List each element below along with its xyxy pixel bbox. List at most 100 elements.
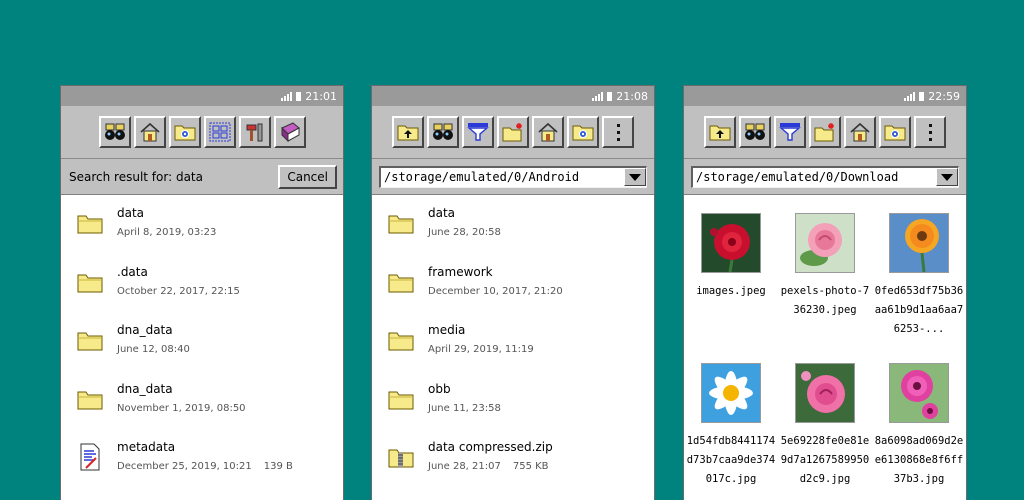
list-item[interactable]: data compressed.zip June 28, 21:07 755 KB [372,433,654,492]
signal-icon [592,91,604,101]
more-button[interactable] [602,116,634,148]
item-name: framework [428,264,493,279]
dropdown-arrow-button[interactable] [936,168,958,186]
more-button[interactable] [914,116,946,148]
item-name: obb [428,381,451,396]
item-date: December 10, 2017, 21:20 [428,285,563,297]
binoculars-icon [104,122,126,142]
clock: 21:08 [616,89,648,103]
list-item[interactable]: obb June 11, 23:58 [372,375,654,434]
tools-icon [244,122,266,142]
more-icon [927,122,933,142]
image-thumbnail [701,213,761,273]
folder-icon [386,384,416,414]
folder-settings-button[interactable] [168,116,201,148]
image-thumbnail [889,363,949,423]
image-thumbnail [795,363,855,423]
book-button[interactable] [273,116,306,148]
folder-up-icon [397,122,419,142]
folder-icon [75,384,105,414]
binoculars-icon [432,122,454,142]
list-item[interactable]: framework December 10, 2017, 21:20 [372,258,654,317]
image-name: 1d54fdb8441174d73b7caa9de374017c.jpg [686,435,776,485]
item-name: data [117,206,145,220]
list-item[interactable]: media April 29, 2019, 11:19 [372,316,654,375]
list-item[interactable]: metadata December 25, 2019, 10:21 139 B [61,433,343,492]
file-list: data June 28, 20:58 framework December 10, … [372,195,654,492]
more-icon [615,122,621,142]
file-list: data April 8, 2019, 03:23 .data October 22,… [61,195,343,492]
image-thumbnail [701,363,761,423]
folder-up-button[interactable] [704,116,736,148]
grid-view-button[interactable] [203,116,236,148]
image-item[interactable]: 8a6098ad069d2ee6130868e8f6ff37b3.jpg [872,363,966,500]
new-folder-button[interactable] [497,116,529,148]
folder-icon [75,325,105,355]
image-grid: images.jpeg pexels-photo-736230.jpeg 0fed6… [684,195,966,500]
zip-folder-icon [386,442,416,472]
phone-screen-android-folder: 21:08 /storage/emulated/0/Android data Ju… [372,86,654,500]
folder-up-button[interactable] [392,116,424,148]
phone-screen-search: 21:01 Search result for: data Cancel dat… [61,86,343,500]
clock: 22:59 [928,89,960,103]
image-item[interactable]: 0fed653df75b36aa61b9d1aa6aa76253-... [872,213,966,363]
clock: 21:01 [305,89,337,103]
folder-up-icon [709,122,731,142]
search-result-bar: Search result for: data Cancel [61,159,343,195]
image-name: 0fed653df75b36aa61b9d1aa6aa76253-... [874,285,964,335]
folder-settings-icon [174,122,196,142]
binoculars-button[interactable] [98,116,131,148]
image-name: pexels-photo-736230.jpeg [780,285,870,316]
folder-settings-button[interactable] [879,116,911,148]
search-result-label: Search result for: data [69,169,203,184]
toolbar [372,106,654,159]
filter-button[interactable] [462,116,494,148]
dropdown-arrow-button[interactable] [624,168,646,186]
list-item[interactable]: data June 28, 20:58 [372,199,654,258]
status-bar: 22:59 [684,86,966,106]
list-item[interactable]: data April 8, 2019, 03:23 [61,199,343,258]
home-button[interactable] [844,116,876,148]
item-name: metadata [117,440,176,454]
path-dropdown[interactable]: /storage/emulated/0/Android [379,165,647,188]
item-date: December 25, 2019, 10:21 [117,461,252,472]
list-item[interactable]: .data October 22, 2017, 22:15 [61,258,343,317]
image-item[interactable]: 5e69228fe0e81e9d7a1267589950d2c9.jpg [778,363,872,500]
path-dropdown[interactable]: /storage/emulated/0/Download [691,165,959,188]
status-bar: 21:08 [372,86,654,106]
item-date: June 11, 23:58 [428,402,501,414]
item-name: data compressed.zip [428,440,553,454]
document-icon [75,442,105,472]
battery-icon [607,91,613,101]
new-folder-icon [502,122,524,142]
item-size: 139 B [263,461,293,472]
folder-icon [386,325,416,355]
path-text: /storage/emulated/0/Download [696,170,899,184]
home-icon [139,122,161,142]
binoculars-button[interactable] [427,116,459,148]
list-item[interactable]: dna_data June 12, 08:40 [61,316,343,375]
list-item[interactable]: dna_data November 1, 2019, 08:50 [61,375,343,434]
folder-settings-icon [572,122,594,142]
item-date: October 22, 2017, 22:15 [117,285,240,297]
filter-button[interactable] [774,116,806,148]
image-thumbnail [889,213,949,273]
image-item[interactable]: 1d54fdb8441174d73b7caa9de374017c.jpg [684,363,778,500]
home-button[interactable] [133,116,166,148]
image-item[interactable]: pexels-photo-736230.jpeg [778,213,872,363]
binoculars-button[interactable] [739,116,771,148]
tools-button[interactable] [238,116,271,148]
image-name: 8a6098ad069d2ee6130868e8f6ff37b3.jpg [874,435,964,485]
new-folder-icon [814,122,836,142]
path-bar: /storage/emulated/0/Download [684,159,966,195]
new-folder-button[interactable] [809,116,841,148]
book-icon [279,122,301,142]
image-item[interactable]: images.jpeg [684,213,778,363]
folder-icon [75,208,105,238]
image-name: images.jpeg [696,285,766,297]
home-button[interactable] [532,116,564,148]
toolbar [684,106,966,159]
folder-settings-button[interactable] [567,116,599,148]
cancel-button[interactable]: Cancel [278,164,337,189]
item-date: June 28, 20:58 [428,227,501,238]
